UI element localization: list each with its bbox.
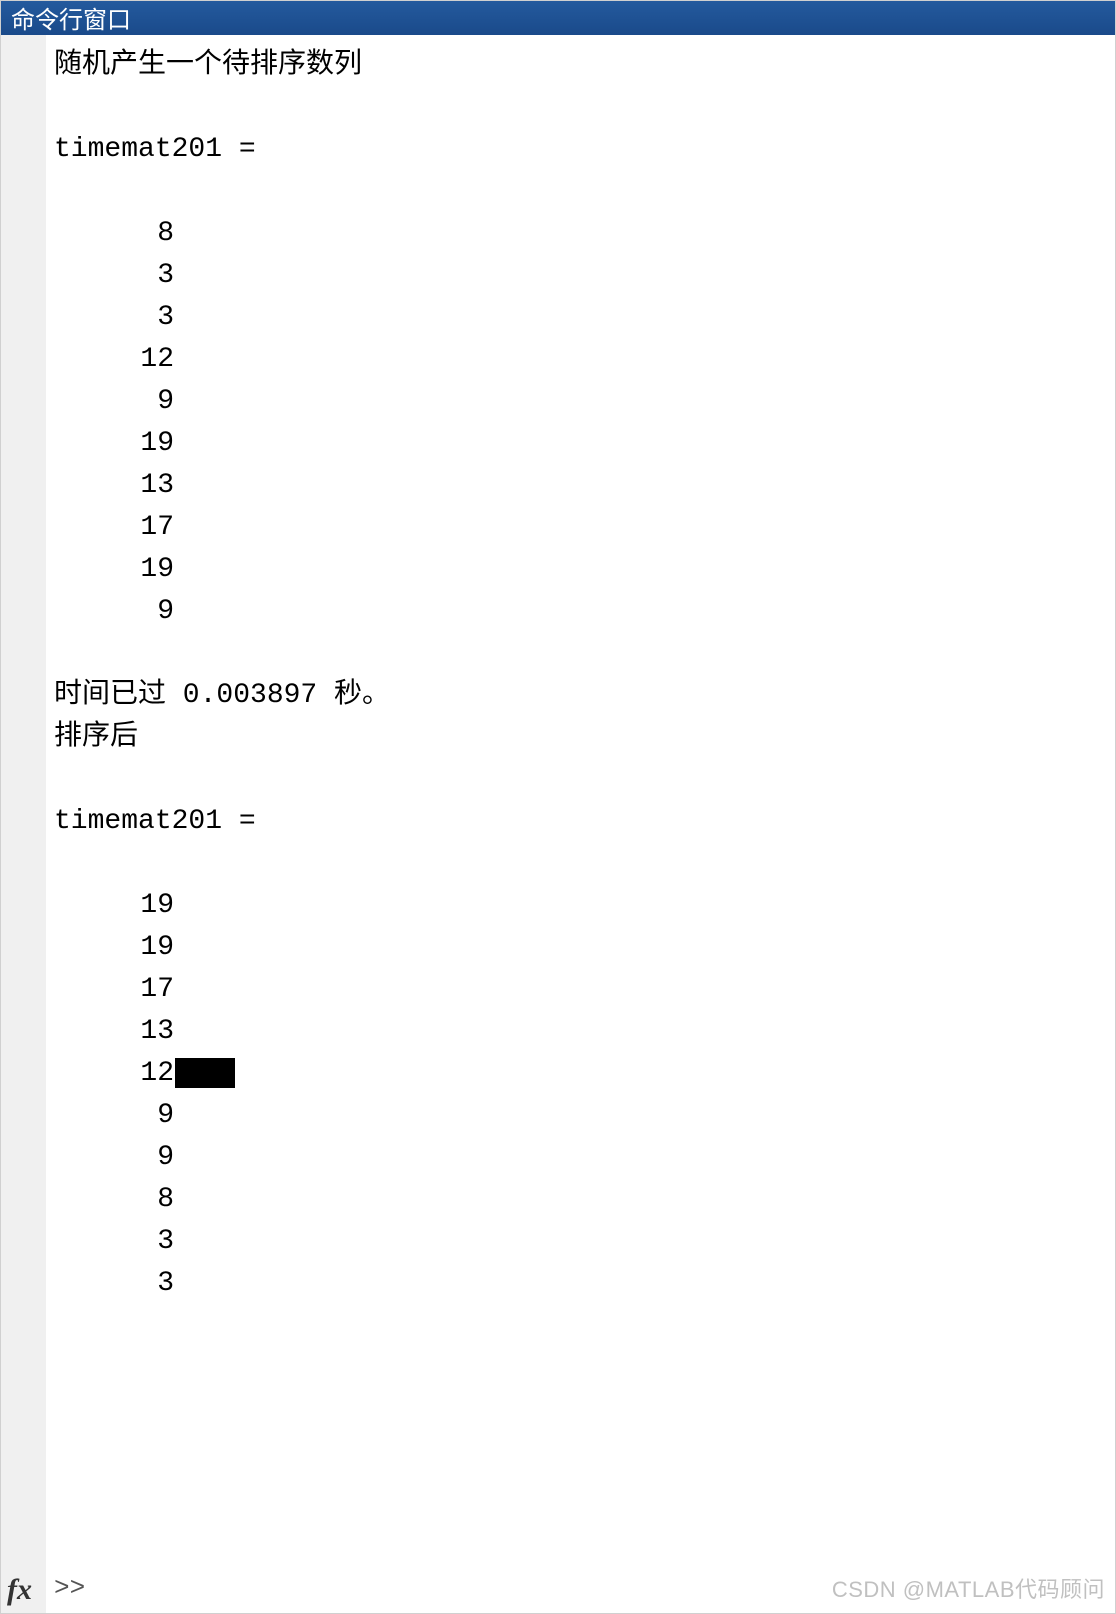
value-row: 19 bbox=[54, 423, 1115, 465]
value-row: 17 bbox=[54, 969, 1115, 1011]
value-row: 19 bbox=[54, 885, 1115, 927]
value-row: 19 bbox=[54, 927, 1115, 969]
elapsed-time: 时间已过 0.003897 秒。 bbox=[54, 675, 1115, 717]
value-row: 19 bbox=[54, 549, 1115, 591]
var-header: timemat201 = bbox=[54, 801, 1115, 843]
value-row: 13 bbox=[54, 465, 1115, 507]
value-row: 8 bbox=[54, 1179, 1115, 1221]
value-row: 9 bbox=[54, 591, 1115, 633]
value-row: 17 bbox=[54, 507, 1115, 549]
body-area: fx 随机产生一个待排序数列 timemat201 = 8 3 3 12 9 1… bbox=[1, 35, 1115, 1613]
value-row: 12 bbox=[54, 339, 1115, 381]
blank bbox=[54, 843, 1115, 885]
blank bbox=[54, 87, 1115, 129]
value-row: 9 bbox=[54, 1095, 1115, 1137]
value-row: 3 bbox=[54, 1263, 1115, 1305]
gutter: fx bbox=[1, 35, 46, 1613]
msg-sorted: 排序后 bbox=[54, 717, 1115, 759]
msg-generate: 随机产生一个待排序数列 bbox=[54, 45, 1115, 87]
blank bbox=[54, 633, 1115, 675]
value-row: 12 bbox=[54, 1053, 1115, 1095]
blank bbox=[54, 759, 1115, 801]
value-row: 3 bbox=[54, 297, 1115, 339]
command-window: 命令行窗口 fx 随机产生一个待排序数列 timemat201 = 8 3 3 … bbox=[0, 0, 1116, 1614]
value-row: 9 bbox=[54, 1137, 1115, 1179]
text-cursor bbox=[175, 1058, 235, 1088]
value-row: 9 bbox=[54, 381, 1115, 423]
window-title: 命令行窗口 bbox=[11, 0, 131, 35]
var-header: timemat201 = bbox=[54, 129, 1115, 171]
watermark: CSDN @MATLAB代码顾问 bbox=[832, 1569, 1105, 1611]
command-output[interactable]: 随机产生一个待排序数列 timemat201 = 8 3 3 12 9 19 1… bbox=[46, 35, 1115, 1613]
prompt[interactable]: >> bbox=[54, 1567, 85, 1609]
value-row: 3 bbox=[54, 1221, 1115, 1263]
fx-icon[interactable]: fx bbox=[7, 1573, 32, 1607]
title-bar: 命令行窗口 bbox=[1, 1, 1115, 35]
value-row: 13 bbox=[54, 1011, 1115, 1053]
value-row: 3 bbox=[54, 255, 1115, 297]
prompt-symbol: >> bbox=[54, 1567, 85, 1609]
value-row: 8 bbox=[54, 213, 1115, 255]
blank bbox=[54, 171, 1115, 213]
